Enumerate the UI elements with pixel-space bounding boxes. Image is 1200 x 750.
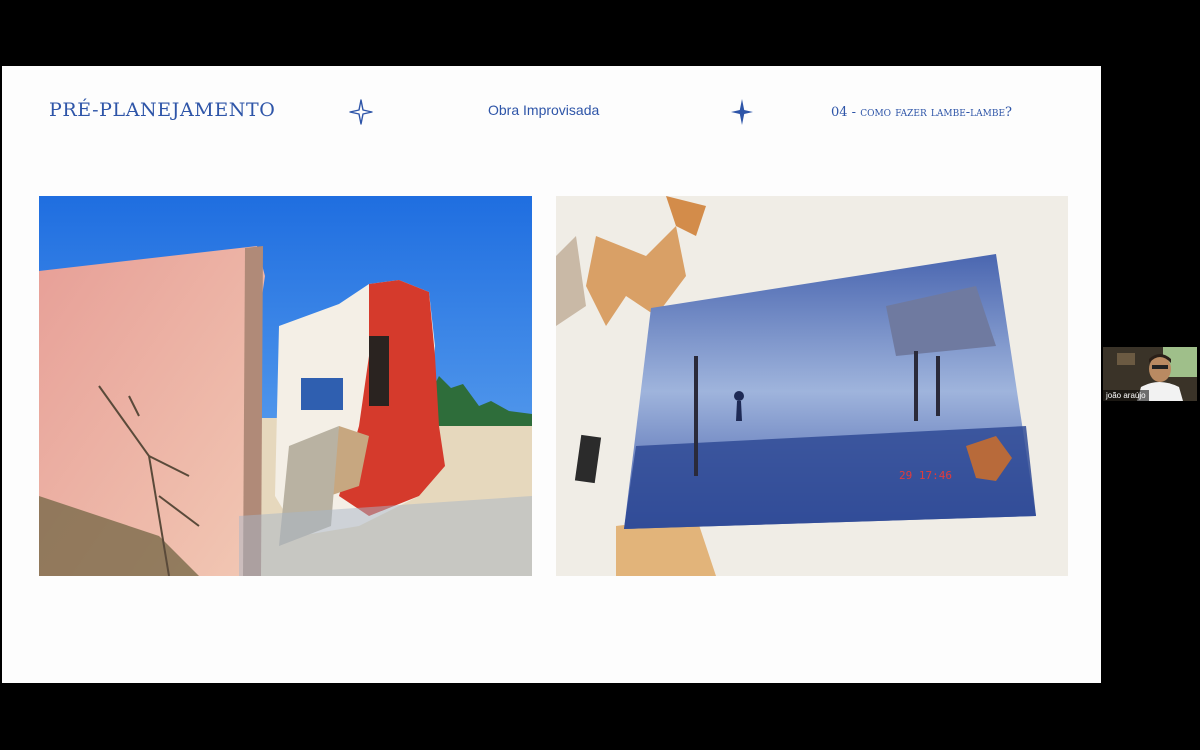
star-filled-icon (731, 99, 753, 125)
participant-video-tile[interactable]: joão araújo (1103, 347, 1197, 401)
photo-timestamp: 29 17:46 (899, 469, 952, 482)
slide-subtitle: Obra Improvisada (488, 102, 600, 118)
section-label: 04 - como fazer lambe-lambe? (831, 105, 1012, 120)
slide-title: PRÉ-PLANEJAMENTO (49, 99, 276, 121)
ruined-wall-photo (39, 196, 532, 576)
lambe-lambe-poster-photo: 29 17:46 (556, 196, 1068, 576)
star-outline-icon (349, 99, 373, 125)
participant-name: joão araújo (1103, 390, 1149, 401)
